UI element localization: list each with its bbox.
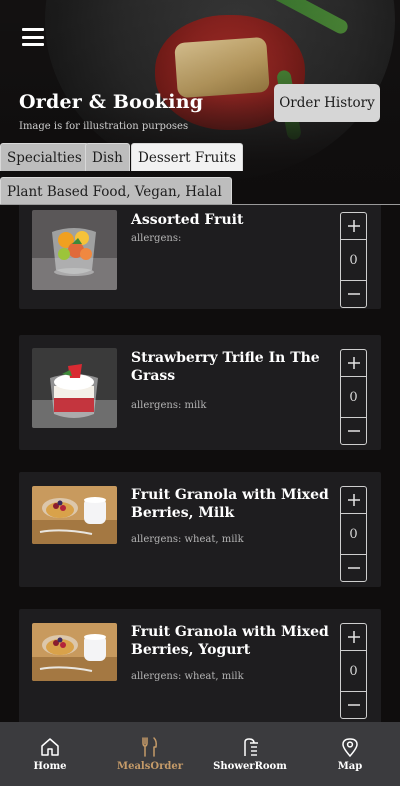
assorted-fruit-image (32, 210, 117, 290)
quantity-stepper: 0 (340, 212, 367, 308)
item-allergens: allergens: wheat, milk (131, 534, 244, 545)
hamburger-menu-icon[interactable] (22, 28, 44, 46)
item-allergens: allergens: wheat, milk (131, 671, 244, 682)
decrease-button[interactable] (341, 554, 366, 581)
menu-item-card: Strawberry Trifle In The Grass allergens… (19, 335, 381, 450)
menu-item-card: Assorted Fruit allergens: 0 (19, 205, 381, 309)
granola-yogurt-image (32, 623, 117, 681)
decrease-button[interactable] (341, 417, 366, 444)
tab-dish[interactable]: Dish (85, 143, 130, 171)
nav-shower-room[interactable]: ShowerRoom (200, 722, 300, 786)
minus-icon (347, 567, 360, 569)
page-title: Order & Booking (19, 91, 204, 113)
minus-icon (347, 293, 360, 295)
nav-map[interactable]: Map (300, 722, 400, 786)
increase-button[interactable] (341, 350, 366, 377)
nav-map-label: Map (337, 761, 363, 772)
nav-home[interactable]: Home (0, 722, 100, 786)
quantity-value: 0 (349, 663, 358, 679)
item-name: Assorted Fruit (131, 212, 244, 228)
menu-item-card: Fruit Granola with Mixed Berries, Milk a… (19, 472, 381, 587)
quantity-value: 0 (349, 526, 358, 542)
increase-button[interactable] (341, 487, 366, 514)
quantity-stepper: 0 (340, 623, 367, 719)
nav-meals-order-label: MealsOrder (117, 761, 183, 772)
minus-icon (347, 430, 360, 432)
item-name: Fruit Granola with Mixed Berries, Milk (131, 487, 329, 521)
plus-icon (347, 220, 360, 232)
decrease-button[interactable] (341, 691, 366, 718)
home-icon (41, 738, 59, 756)
minus-icon (347, 704, 360, 706)
menu-item-card: Fruit Granola with Mixed Berries, Yogurt… (19, 609, 381, 722)
item-name: Fruit Granola with Mixed Berries, Yogurt (131, 624, 329, 658)
tab-specialties[interactable]: Specialties (0, 143, 89, 171)
tab-dessert-fruits[interactable]: Dessert Fruits (131, 143, 244, 171)
strawberry-trifle-image (32, 348, 117, 428)
plus-icon (347, 357, 360, 369)
plus-icon (347, 631, 360, 643)
nav-home-label: Home (33, 761, 67, 772)
hero-banner: Order & Booking Image is for illustratio… (0, 0, 400, 205)
nav-shower-room-label: ShowerRoom (213, 761, 287, 772)
bottom-nav: Home MealsOrder ShowerRoom Map (0, 722, 400, 786)
plus-icon (347, 494, 360, 506)
quantity-stepper: 0 (340, 349, 367, 445)
granola-milk-image (32, 486, 117, 544)
menu-item-list[interactable]: Assorted Fruit allergens: 0 Strawberry T… (0, 205, 400, 722)
item-name: Strawberry Trifle In The Grass (131, 350, 320, 384)
quantity-value: 0 (349, 389, 358, 405)
nav-meals-order[interactable]: MealsOrder (100, 722, 200, 786)
quantity-value: 0 (349, 252, 358, 268)
tab-plant-based[interactable]: Plant Based Food, Vegan, Halal (0, 177, 232, 205)
increase-button[interactable] (341, 624, 366, 651)
illustration-note: Image is for illustration purposes (19, 121, 189, 132)
increase-button[interactable] (341, 213, 366, 240)
map-pin-icon (342, 738, 358, 758)
order-history-button[interactable]: Order History (274, 84, 380, 122)
decrease-button[interactable] (341, 280, 366, 307)
shower-icon (244, 738, 258, 756)
item-allergens: allergens: (131, 233, 182, 244)
quantity-stepper: 0 (340, 486, 367, 582)
item-allergens: allergens: milk (131, 400, 207, 411)
fork-knife-icon (142, 737, 157, 757)
